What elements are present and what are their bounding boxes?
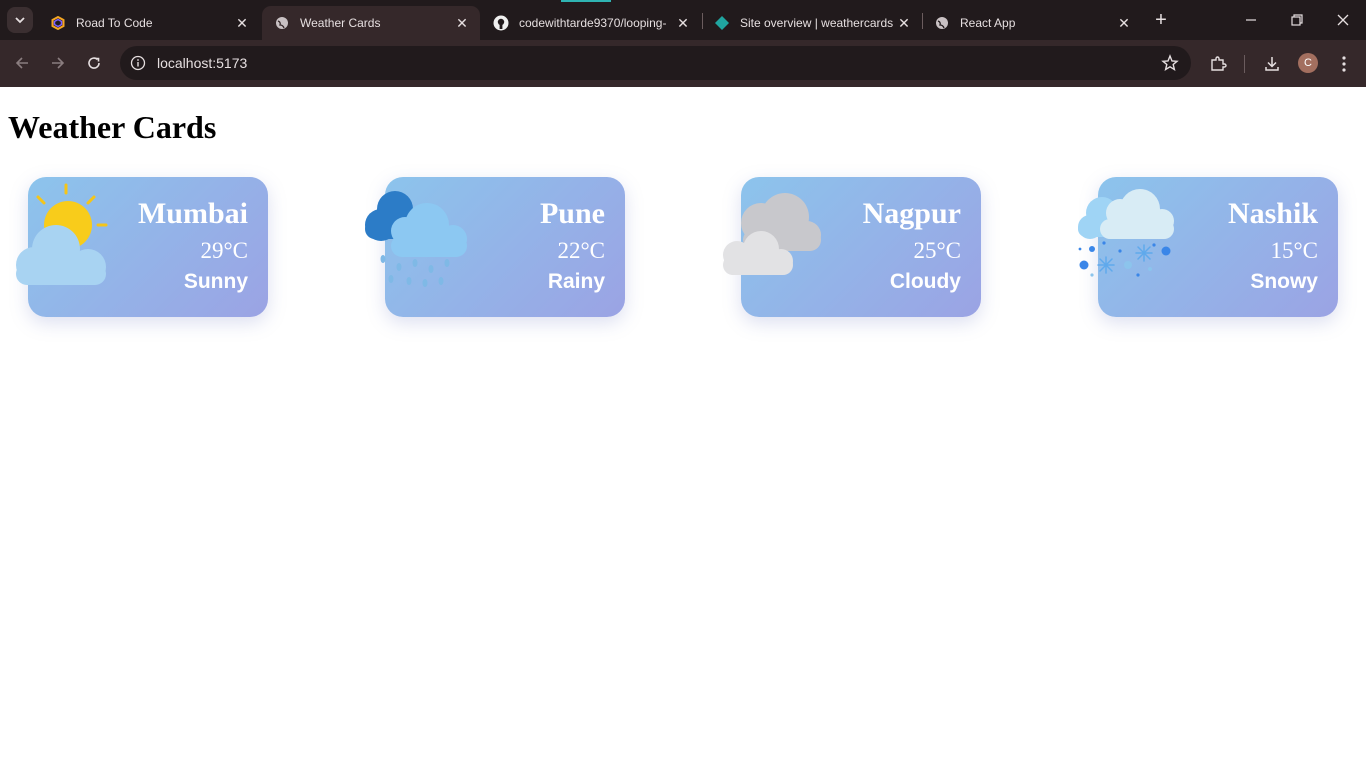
tab-title: Road To Code <box>76 16 153 30</box>
page-title: Weather Cards <box>8 109 217 145</box>
close-icon[interactable]: ✕ <box>234 15 250 31</box>
tab-title: Weather Cards <box>300 16 381 30</box>
temperature: 25°C <box>913 238 961 263</box>
snow-cloud-icon <box>1078 189 1174 277</box>
new-tab-button[interactable]: + <box>1150 9 1172 31</box>
sun-cloud-icon <box>16 183 108 285</box>
hexagon-icon <box>50 15 66 31</box>
city-name: Mumbai <box>137 197 248 230</box>
reload-icon <box>88 57 100 69</box>
info-icon[interactable] <box>129 54 147 72</box>
tab-group-indicator <box>561 0 611 2</box>
extensions-button[interactable] <box>1207 53 1229 75</box>
globe-icon <box>274 15 290 31</box>
tab-weather-cards[interactable]: Weather Cards ✕ <box>262 6 480 40</box>
tab-title: Site overview | weathercards <box>740 16 894 30</box>
city-name: Nashik <box>1227 197 1318 230</box>
reload-button[interactable] <box>82 51 106 75</box>
clouds-icon <box>723 193 821 275</box>
minimize-icon <box>1246 19 1256 21</box>
browser-toolbar: localhost:5173 C <box>0 40 1366 87</box>
forward-button[interactable] <box>46 51 70 75</box>
toolbar-divider <box>1244 55 1245 73</box>
tab-react-app[interactable]: React App ✕ <box>922 6 1142 40</box>
tab-title: React App <box>960 16 1016 30</box>
github-icon <box>493 15 509 31</box>
window-close-button[interactable] <box>1331 8 1355 32</box>
tab-road-to-code[interactable]: Road To Code ✕ <box>38 6 260 40</box>
bookmark-star-icon[interactable] <box>1161 54 1179 72</box>
puzzle-icon <box>1211 56 1227 71</box>
city-name: Pune <box>539 197 605 230</box>
kebab-menu-icon <box>1342 56 1346 72</box>
city-name: Nagpur <box>862 197 961 230</box>
weather-card-mumbai: Mumbai 29°C Sunny <box>16 177 268 317</box>
close-icon[interactable]: ✕ <box>675 15 691 31</box>
page-content: Weather Cards Mumbai 29°C Sunny Pune 22°… <box>0 87 1366 768</box>
condition: Cloudy <box>889 270 961 293</box>
arrow-right-icon <box>52 57 65 69</box>
browser-chrome: Road To Code ✕ Weather Cards ✕ codewitht… <box>0 0 1366 87</box>
tab-search-button[interactable] <box>7 7 33 33</box>
temperature: 15°C <box>1270 238 1318 263</box>
condition: Snowy <box>1250 270 1318 293</box>
temperature: 29°C <box>200 238 248 263</box>
condition: Sunny <box>183 270 248 293</box>
url-text[interactable]: localhost:5173 <box>157 55 247 71</box>
close-icon[interactable]: ✕ <box>1116 15 1132 31</box>
weather-card-pune: Pune 22°C Rainy <box>365 177 625 317</box>
arrow-left-icon <box>15 57 28 69</box>
close-icon <box>1337 14 1349 26</box>
close-icon[interactable]: ✕ <box>896 15 912 31</box>
restore-icon <box>1291 14 1303 26</box>
weather-card-nashik: Nashik 15°C Snowy <box>1078 177 1338 317</box>
menu-button[interactable] <box>1333 53 1355 75</box>
back-button[interactable] <box>10 51 34 75</box>
chevron-down-icon <box>15 17 25 24</box>
address-bar[interactable]: localhost:5173 <box>120 46 1191 80</box>
weather-card-nagpur: Nagpur 25°C Cloudy <box>723 177 981 317</box>
tab-site-overview[interactable]: Site overview | weathercards ✕ <box>702 6 922 40</box>
tab-strip: Road To Code ✕ Weather Cards ✕ codewitht… <box>0 0 1366 40</box>
minimize-button[interactable] <box>1239 8 1263 32</box>
download-icon <box>1265 57 1279 71</box>
profile-avatar[interactable]: C <box>1298 53 1318 73</box>
rain-cloud-icon <box>365 191 467 287</box>
tab-title: codewithtarde9370/looping- <box>519 16 667 30</box>
restore-button[interactable] <box>1285 8 1309 32</box>
tab-github[interactable]: codewithtarde9370/looping- ✕ <box>481 6 701 40</box>
downloads-button[interactable] <box>1261 53 1283 75</box>
close-icon[interactable]: ✕ <box>454 15 470 31</box>
temperature: 22°C <box>557 238 605 263</box>
globe-icon <box>934 15 950 31</box>
netlify-icon <box>714 15 730 31</box>
condition: Rainy <box>547 270 605 293</box>
